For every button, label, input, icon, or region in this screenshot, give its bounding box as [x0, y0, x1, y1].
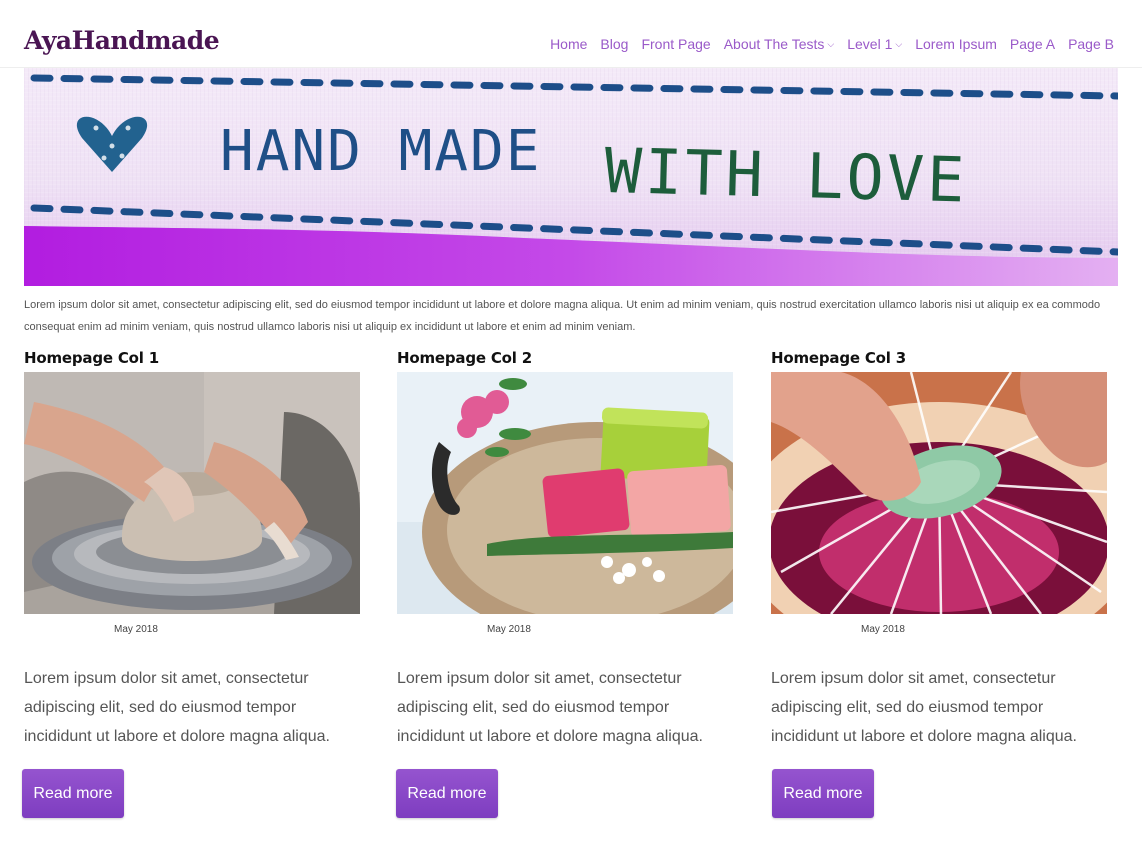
col-excerpt: Lorem ipsum dolor sit amet, consectetur …	[397, 670, 703, 745]
nav-label: Level 1	[847, 36, 893, 52]
site-logo[interactable]: AyaHandmade	[24, 26, 220, 55]
post-date: May 2018	[861, 624, 905, 635]
post-date: May 2018	[114, 624, 158, 635]
col-excerpt: Lorem ipsum dolor sit amet, consectetur …	[771, 670, 1077, 745]
nav-item-lorem-ipsum[interactable]: Lorem Ipsum	[915, 36, 997, 52]
chevron-down-icon: ⌵	[895, 38, 903, 49]
weaving-image[interactable]	[771, 372, 1107, 614]
nav-item-front-page[interactable]: Front Page	[641, 36, 710, 52]
nav-item-blog[interactable]: Blog	[600, 36, 628, 52]
chevron-down-icon: ⌵	[827, 38, 835, 49]
nav-item-level-1[interactable]: Level 1 ⌵	[847, 36, 902, 52]
nav-label: About The Tests	[723, 36, 825, 52]
nav-label: Front Page	[641, 36, 711, 52]
main-nav: Home Blog Front Page About The Tests ⌵ Le…	[550, 36, 1114, 52]
read-more-button[interactable]: Read more	[22, 769, 124, 818]
nav-item-page-a[interactable]: Page A	[1010, 36, 1055, 52]
soap-tray-image[interactable]	[397, 372, 733, 614]
nav-label: Page B	[1068, 36, 1114, 52]
nav-label: Page A	[1009, 36, 1056, 52]
read-more-button[interactable]: Read more	[396, 769, 498, 818]
banner-text-left: HAND MADE	[220, 119, 541, 184]
col-title: Homepage Col 3	[771, 349, 906, 367]
hero-banner-image: HAND MADE WITH LOVE	[24, 68, 1118, 286]
intro-text: Lorem ipsum dolor sit amet, consectetur …	[24, 299, 1101, 333]
nav-label: Lorem Ipsum	[915, 36, 997, 52]
site-header: AyaHandmade Home Blog Front Page About T…	[0, 0, 1142, 68]
pottery-wheel-image[interactable]	[24, 372, 360, 614]
nav-label: Blog	[600, 36, 629, 52]
nav-label: Home	[550, 36, 588, 52]
col-title: Homepage Col 2	[397, 349, 532, 367]
col-excerpt: Lorem ipsum dolor sit amet, consectetur …	[24, 670, 330, 745]
homepage-col-1: Homepage Col 1 May 2018 Lorem ipsum dolo…	[22, 346, 360, 818]
col-title: Homepage Col 1	[24, 349, 159, 367]
read-more-button[interactable]: Read more	[772, 769, 874, 818]
nav-item-page-b[interactable]: Page B	[1068, 36, 1114, 52]
homepage-col-2: Homepage Col 2 May 2018 Lorem ipsum dolo…	[396, 346, 733, 818]
banner-text-right: WITH LOVE	[604, 134, 969, 216]
nav-item-about-the-tests[interactable]: About The Tests ⌵	[724, 36, 835, 52]
post-date: May 2018	[487, 624, 531, 635]
nav-item-home[interactable]: Home	[550, 36, 587, 52]
homepage-col-3: Homepage Col 3 May 2018 Lorem ipsum dolo…	[771, 346, 1107, 818]
